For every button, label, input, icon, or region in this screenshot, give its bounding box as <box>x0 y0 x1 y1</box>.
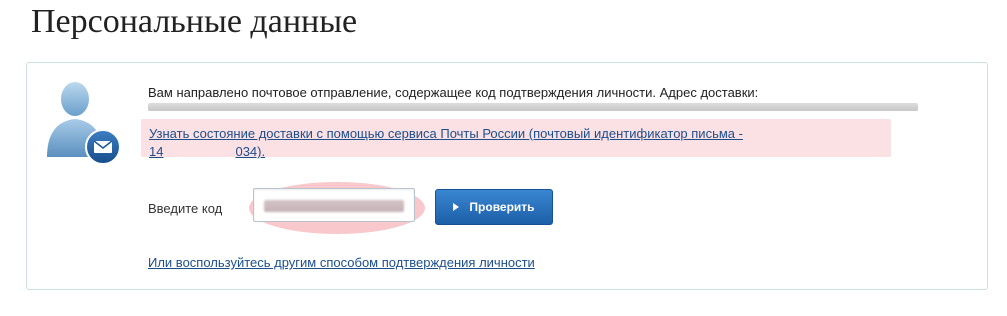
check-button[interactable]: Проверить <box>435 189 553 225</box>
page-title: Персональные данные <box>31 3 358 40</box>
code-label: Введите код <box>148 201 223 216</box>
tracking-link[interactable]: Узнать состояние доставки с помощью серв… <box>149 125 889 161</box>
tracking-id-end: 034). <box>235 144 266 159</box>
play-icon <box>453 203 460 211</box>
confirmation-panel: Вам направлено почтовое отправление, сод… <box>26 62 988 290</box>
code-redacted <box>264 200 404 212</box>
redacted-address <box>148 103 918 111</box>
alternative-method-link[interactable]: Или воспользуйтесь другим способом подтв… <box>148 255 535 270</box>
user-mail-icon <box>47 82 121 165</box>
delivery-message: Вам направлено почтовое отправление, сод… <box>148 85 759 100</box>
code-input[interactable] <box>253 188 415 222</box>
tracking-link-text: Узнать состояние доставки с помощью серв… <box>149 126 743 141</box>
tracking-id-start: 14 <box>149 144 164 159</box>
check-button-label: Проверить <box>469 200 535 214</box>
